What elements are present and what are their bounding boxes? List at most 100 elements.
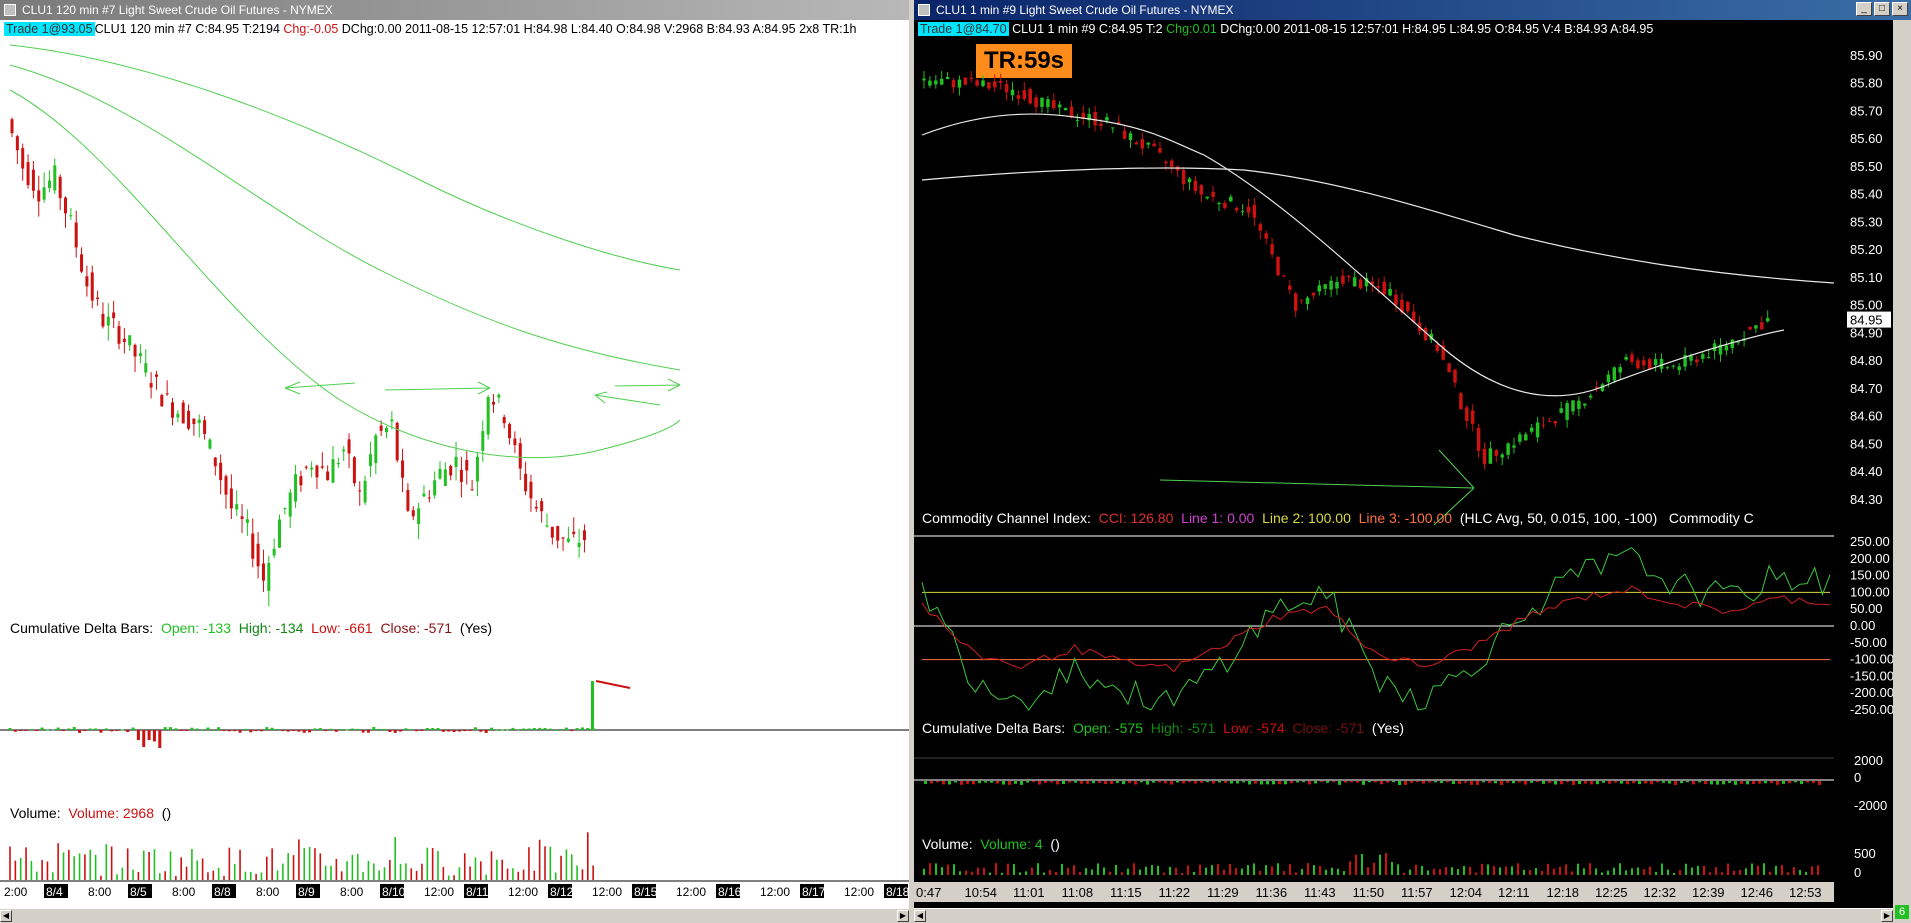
right-price-candle xyxy=(1476,427,1481,452)
right-delta-bar xyxy=(1584,781,1587,784)
right-chart-area[interactable]: Trade 1@84.70 CLU1 1 min #9 C:84.95 T:2 … xyxy=(914,20,1893,923)
left-price-candle xyxy=(47,180,51,188)
right-price-candle xyxy=(1099,123,1103,127)
right-price-candle xyxy=(1382,281,1386,295)
left-price-candle xyxy=(31,169,35,191)
right-delta-bar xyxy=(984,781,987,783)
left-delta-bar xyxy=(56,727,60,730)
right-time-tick: 11:50 xyxy=(1353,885,1385,900)
minimize-icon[interactable]: _ xyxy=(1856,2,1872,16)
left-price-candle xyxy=(58,176,62,199)
left-delta-bar xyxy=(570,730,574,732)
right-price-candle xyxy=(1659,358,1664,369)
right-price-candle xyxy=(1358,279,1363,289)
right-delta-bar xyxy=(1170,781,1173,785)
delta-tick-label: -2000 xyxy=(1854,798,1887,813)
right-price-candle xyxy=(1559,408,1563,413)
maximize-icon[interactable]: □ xyxy=(1874,2,1890,16)
left-price-candle xyxy=(42,187,46,200)
right-delta-bar xyxy=(1812,781,1815,784)
left-chart-window[interactable]: CLU1 120 min #7 Light Sweet Crude Oil Fu… xyxy=(0,0,909,923)
right-price-candle xyxy=(1435,344,1440,351)
left-time-tick: 12:00 xyxy=(508,885,538,899)
right-price-candle xyxy=(1524,434,1528,441)
right-delta-bar xyxy=(1248,781,1251,785)
right-time-tick: 11:29 xyxy=(1207,885,1239,900)
left-delta-bar xyxy=(227,730,231,732)
left-price-chart[interactable]: 2:00 8/4 8:00 8/5 8:00 8/8 8:00 8/9 8:00 8/10 12:0… xyxy=(0,20,909,909)
right-price-candle xyxy=(1205,196,1209,199)
scroll-right-icon[interactable]: ▶ xyxy=(1881,910,1893,922)
right-delta-bar xyxy=(1626,781,1629,785)
left-delta-bar xyxy=(99,730,103,733)
right-price-candle xyxy=(1394,294,1398,305)
left-horizontal-scrollbar[interactable]: ◀ ▶ xyxy=(0,908,909,923)
left-price-candle xyxy=(53,165,57,191)
left-delta-bar xyxy=(233,730,237,732)
scroll-right-icon[interactable]: ▶ xyxy=(897,910,909,922)
left-price-candle xyxy=(219,462,223,481)
right-delta-bar xyxy=(1614,781,1617,783)
left-delta-bar xyxy=(270,727,274,730)
left-price-candle xyxy=(379,425,383,431)
left-delta-bar xyxy=(484,730,488,733)
right-time-tick: 12:46 xyxy=(1741,885,1774,900)
left-volume-title: Volume: xyxy=(10,805,61,821)
right-delta-bar xyxy=(1284,781,1287,785)
left-delta-bar xyxy=(399,730,403,732)
right-price-candle xyxy=(1547,420,1552,422)
right-horizontal-scrollbar[interactable]: ◀ ▶ xyxy=(914,908,1893,923)
right-delta-bar xyxy=(1068,781,1071,783)
right-delta-bar xyxy=(1662,781,1665,783)
right-delta-bar xyxy=(1128,781,1131,784)
left-window-titlebar[interactable]: CLU1 120 min #7 Light Sweet Crude Oil Fu… xyxy=(0,0,909,20)
close-icon[interactable]: × xyxy=(1892,2,1908,16)
left-delta-bar xyxy=(431,728,435,730)
left-delta-bar xyxy=(543,728,547,730)
right-chart-window[interactable]: CLU1 1 min #9 Light Sweet Crude Oil Futu… xyxy=(914,0,1911,923)
right-time-tick: 0:47 xyxy=(916,885,941,900)
last-price-label: 84.95 xyxy=(1850,313,1883,328)
right-price-candle xyxy=(1724,345,1729,351)
right-time-tick: 11:15 xyxy=(1110,885,1142,900)
left-chart-area[interactable]: Trade 1@93.05 CLU1 120 min #7 C:84.95 T:2… xyxy=(0,20,909,923)
right-price-candle xyxy=(1347,276,1351,278)
left-price-candle xyxy=(401,460,405,478)
right-delta-bar xyxy=(1164,781,1167,784)
right-delta-bar xyxy=(1692,781,1695,785)
right-price-candle xyxy=(1470,410,1475,424)
left-delta-bar xyxy=(62,730,65,731)
right-price-candle xyxy=(1034,97,1038,108)
right-vertical-scrollbar[interactable]: 6 xyxy=(1893,20,1911,923)
right-delta-bar xyxy=(1302,781,1305,783)
left-price-candle xyxy=(449,465,453,476)
right-time-tick: 10:54 xyxy=(965,885,998,900)
right-delta-bar xyxy=(1806,781,1809,783)
right-price-candle xyxy=(1323,284,1327,289)
right-delta-bar xyxy=(1194,781,1197,784)
left-price-candle xyxy=(213,457,217,467)
right-delta-bar xyxy=(1296,781,1299,783)
left-delta-bar xyxy=(350,728,354,730)
right-window-titlebar[interactable]: CLU1 1 min #9 Light Sweet Crude Oil Futu… xyxy=(914,0,1911,20)
right-delta-bar xyxy=(1704,781,1707,785)
left-price-candle xyxy=(497,394,501,398)
left-delta-spike xyxy=(591,681,594,730)
right-price-candle xyxy=(1706,357,1711,359)
scroll-left-icon[interactable]: ◀ xyxy=(0,910,12,922)
left-time-tick: 8/9 xyxy=(298,885,315,899)
left-price-candle xyxy=(545,525,549,527)
right-delta-bar xyxy=(1530,781,1533,783)
left-delta-bar xyxy=(281,730,285,731)
price-tick-label: 84.30 xyxy=(1850,492,1883,507)
left-price-candle xyxy=(390,419,394,422)
right-price-candle xyxy=(1234,208,1239,211)
right-price-chart[interactable]: 85.90 85.80 85.70 85.60 85.50 85.40 85.30 85.20… xyxy=(914,20,1893,909)
left-price-candle xyxy=(534,506,538,509)
scroll-left-icon[interactable]: ◀ xyxy=(914,910,926,922)
left-price-candle xyxy=(368,454,372,467)
right-price-candle xyxy=(1695,359,1699,363)
left-delta-bar xyxy=(179,730,183,731)
right-price-candle xyxy=(1075,120,1080,122)
left-delta-bar xyxy=(404,728,408,730)
